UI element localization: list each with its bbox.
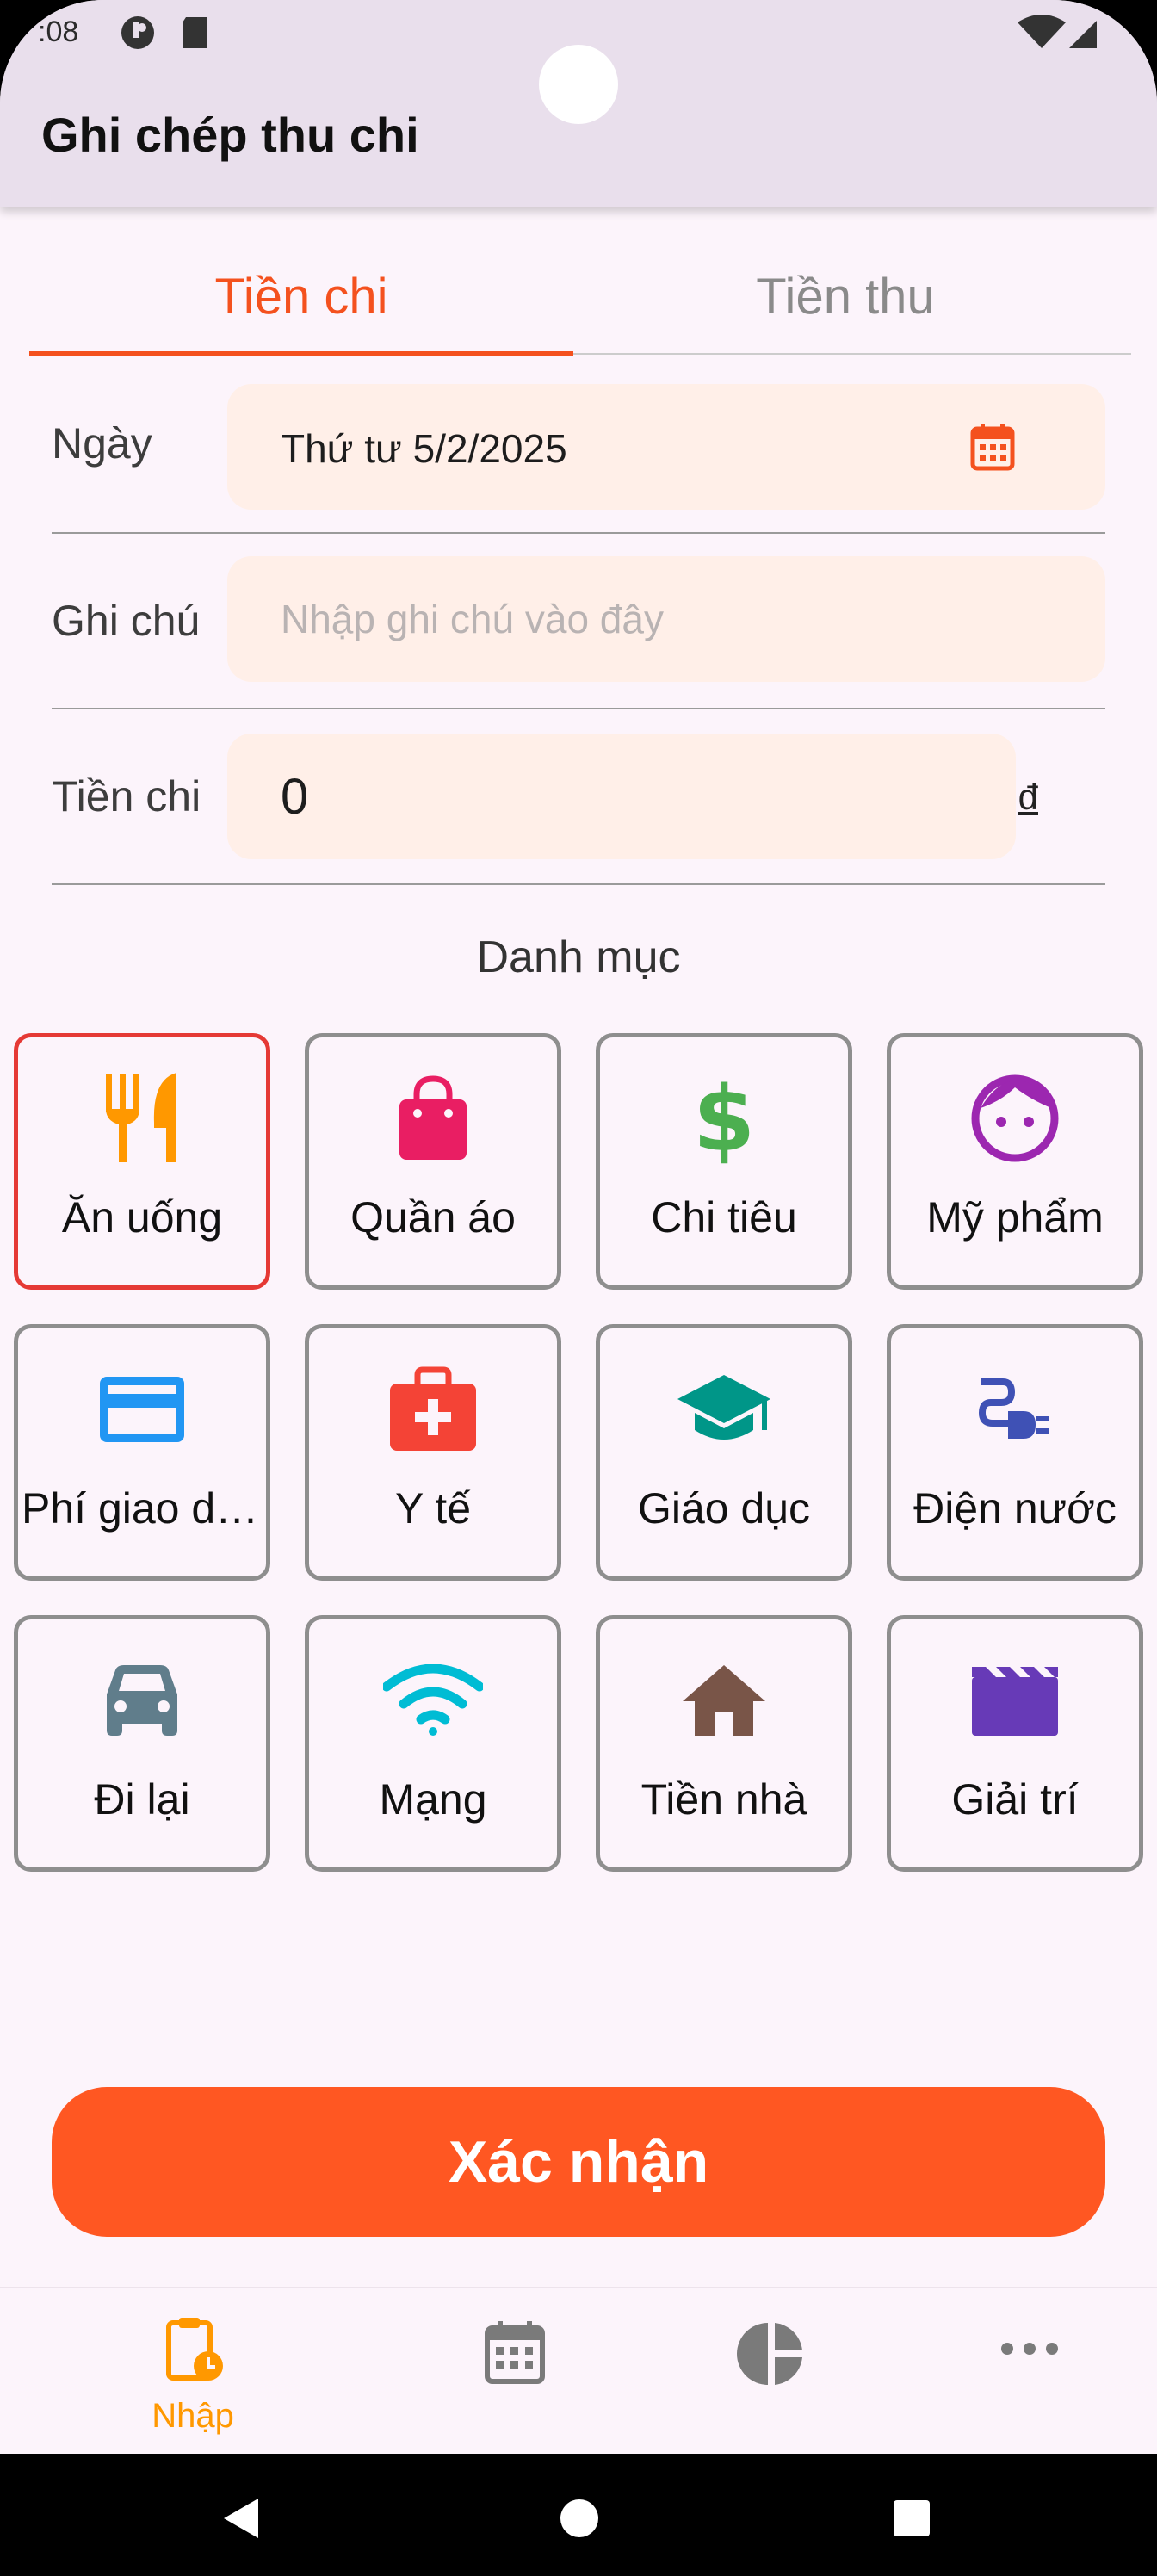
nav-item-calendar[interactable] <box>446 2314 584 2443</box>
sd-card-icon <box>177 14 212 56</box>
signal-icon <box>1066 14 1100 56</box>
back-icon[interactable] <box>220 2497 262 2544</box>
category-travel[interactable]: Đi lại <box>14 1615 270 1872</box>
date-field[interactable]: Thứ tư 5/2/2025 <box>227 384 1105 510</box>
dollar-icon: $ <box>600 1068 848 1168</box>
date-value: Thứ tư 5/2/2025 <box>281 426 567 471</box>
category-label: Quần áo <box>350 1193 516 1242</box>
date-label: Ngày <box>52 419 152 468</box>
face-icon <box>891 1068 1139 1168</box>
amount-field[interactable]: 0 <box>227 734 1016 859</box>
pie-chart-icon <box>737 2319 806 2393</box>
category-grid: Ăn uống Quần áo $ Chi tiêu Mỹ phẩm Phí g… <box>14 1033 1143 1877</box>
nav-item-input[interactable]: Nhập <box>124 2314 262 2443</box>
categories-title: Danh mục <box>476 932 681 982</box>
confirm-button[interactable]: Xác nhận <box>52 2087 1105 2237</box>
tab-bar: Tiền chi Tiền thu <box>29 241 1131 356</box>
nav-item-report[interactable] <box>702 2314 840 2443</box>
category-entertainment[interactable]: Giải trí <box>887 1615 1143 1872</box>
category-health[interactable]: Y tế <box>305 1324 561 1581</box>
system-nav-bar <box>0 2454 1157 2576</box>
category-utilities[interactable]: Điện nước <box>887 1324 1143 1581</box>
recents-icon[interactable] <box>892 2499 931 2542</box>
medical-kit-icon <box>309 1359 557 1459</box>
car-icon <box>18 1650 266 1750</box>
category-label: Điện nước <box>913 1484 1117 1533</box>
category-clothes[interactable]: Quần áo <box>305 1033 561 1290</box>
page-title: Ghi chép thu chi <box>41 108 419 162</box>
notification-icon <box>119 14 157 56</box>
category-transaction-fee[interactable]: Phí giao dịch <box>14 1324 270 1581</box>
category-label: Y tế <box>394 1484 472 1533</box>
tab-indicator <box>29 351 573 356</box>
category-label: Tiền nhà <box>640 1775 807 1824</box>
category-internet[interactable]: Mạng <box>305 1615 561 1872</box>
category-label: Giải trí <box>951 1775 1079 1824</box>
shopping-bag-icon <box>309 1068 557 1168</box>
amount-input[interactable]: 0 <box>281 768 308 826</box>
status-time: :08 <box>38 15 79 48</box>
note-row: Ghi chú Nhập ghi chú vào đây <box>52 534 1105 709</box>
category-rent[interactable]: Tiền nhà <box>596 1615 852 1872</box>
category-label: Đi lại <box>94 1775 190 1824</box>
nav-item-more[interactable] <box>961 2314 1098 2443</box>
category-education[interactable]: Giáo dục <box>596 1324 852 1581</box>
category-label: Mỹ phẩm <box>926 1193 1104 1242</box>
currency-symbol: đ <box>1018 777 1038 817</box>
category-label: Phí giao dịch <box>22 1484 263 1533</box>
note-field[interactable]: Nhập ghi chú vào đây <box>227 556 1105 682</box>
home-icon <box>600 1650 848 1750</box>
amount-label: Tiền chi <box>52 772 201 820</box>
tab-income[interactable]: Tiền thu <box>573 241 1117 353</box>
category-label: Mạng <box>379 1775 487 1824</box>
tab-expense[interactable]: Tiền chi <box>29 241 573 353</box>
category-label: Ăn uống <box>61 1193 223 1242</box>
screen: :08 Ghi chép thu chi Tiền chi Tiền thu N… <box>0 0 1157 2576</box>
note-input[interactable]: Nhập ghi chú vào đây <box>281 596 664 642</box>
more-icon <box>1000 2340 1059 2362</box>
power-plug-icon <box>891 1359 1139 1459</box>
wifi-icon <box>309 1650 557 1750</box>
category-spending[interactable]: $ Chi tiêu <box>596 1033 852 1290</box>
nav-label: Nhập <box>152 2397 234 2435</box>
clapperboard-icon <box>891 1650 1139 1750</box>
bottom-nav: Nhập <box>0 2287 1157 2454</box>
clipboard-clock-icon <box>165 2314 226 2387</box>
date-row: Ngày Thứ tư 5/2/2025 <box>52 358 1105 534</box>
home-button-icon[interactable] <box>560 2499 599 2542</box>
credit-card-icon <box>18 1359 266 1459</box>
graduation-cap-icon <box>600 1359 848 1459</box>
restaurant-icon <box>18 1068 266 1168</box>
svg-text:$: $ <box>694 1073 754 1164</box>
app-bar: :08 Ghi chép thu chi <box>0 0 1157 207</box>
camera-cutout <box>539 45 618 124</box>
calendar-icon[interactable] <box>969 422 1016 476</box>
category-label: Giáo dục <box>637 1484 811 1533</box>
calendar-icon <box>484 2319 546 2389</box>
category-cosmetics[interactable]: Mỹ phẩm <box>887 1033 1143 1290</box>
amount-row: Tiền chi 0 đ <box>52 709 1105 885</box>
note-label: Ghi chú <box>52 597 201 645</box>
category-food[interactable]: Ăn uống <box>14 1033 270 1290</box>
wifi-status-icon <box>1016 14 1067 56</box>
category-label: Chi tiêu <box>651 1193 797 1242</box>
